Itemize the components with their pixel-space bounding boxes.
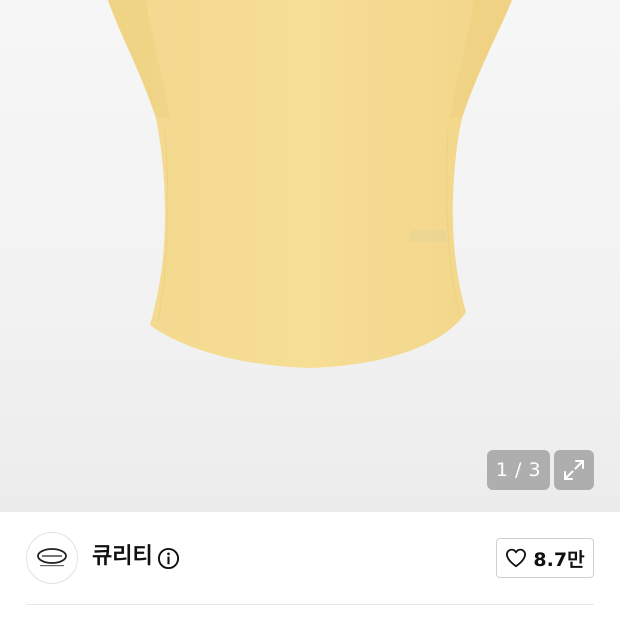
seller-name[interactable]: 큐리티 (92, 540, 153, 574)
divider (26, 604, 594, 605)
seller-bar: 큐리티 8.7만 (0, 512, 620, 606)
total-pages: 3 (528, 459, 542, 481)
brand-logo-icon (37, 548, 67, 567)
product-image-gallery[interactable]: 1 / 3 (0, 0, 620, 512)
page-separator: / (508, 459, 529, 481)
image-page-indicator: 1 / 3 (487, 450, 550, 490)
like-button[interactable]: 8.7만 (496, 538, 594, 578)
like-count: 8.7만 (533, 548, 585, 571)
current-page: 1 (495, 459, 509, 481)
heart-icon (506, 548, 527, 568)
product-image[interactable] (0, 0, 620, 512)
info-icon[interactable] (157, 547, 180, 570)
seller-avatar[interactable] (26, 532, 78, 584)
expand-image-button[interactable] (554, 450, 594, 490)
expand-icon (564, 460, 584, 480)
